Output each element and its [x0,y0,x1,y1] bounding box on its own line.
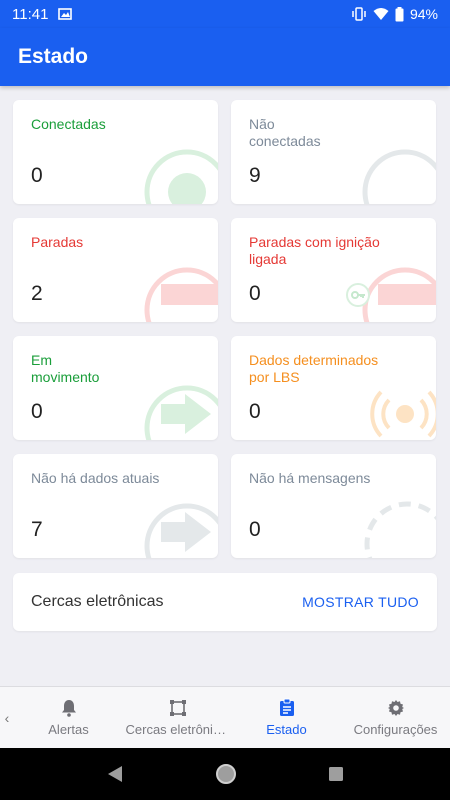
geofences-card: Cercas eletrônicas MOSTRAR TUDO [13,573,437,631]
tab-label: Configurações [353,721,438,737]
card-lbs-data[interactable]: Dados determinados por LBS 0 [231,336,436,440]
card-value: 0 [249,518,261,541]
tab-label: Cercas eletrônicas [125,721,230,737]
battery-percent: 94% [409,6,438,22]
signal-broadcast-icon [370,390,436,438]
card-label: Paradas [31,234,84,250]
card-no-messages[interactable]: Não há mensagens 0 [231,454,436,558]
recents-icon[interactable] [328,766,344,782]
scroll-left-icon[interactable]: ‹ [0,687,14,748]
card-value: 7 [31,518,43,541]
status-time: 11:41 [12,5,49,23]
card-value: 0 [249,400,261,423]
card-value: 0 [249,282,261,305]
connected-circle-icon [144,149,218,204]
tab-status[interactable]: Estado [232,687,341,748]
page-title: Estado [18,45,89,68]
vibrate-icon [352,7,366,21]
card-label: Não há dados atuais [31,470,160,486]
tab-settings[interactable]: Configurações [341,687,450,748]
dashed-circle-icon [364,501,436,558]
tab-label: Alertas [48,721,89,737]
app-bar: Estado [0,28,450,86]
not-connected-circle-icon [362,149,436,204]
image-notification-icon [58,8,73,20]
geofences-title: Cercas eletrônicas [31,593,164,610]
card-label: Não conectadas [249,116,321,149]
bell-icon [61,699,76,717]
wifi-icon [373,8,389,20]
tab-alerts[interactable]: Alertas [14,687,123,748]
card-stopped[interactable]: Paradas 2 [13,218,218,322]
gear-icon [387,699,404,716]
card-not-connected[interactable]: Não conectadas 9 [231,100,436,204]
card-connected[interactable]: Conectadas 0 [13,100,218,204]
tab-label: Estado [266,722,307,737]
battery-icon [395,6,404,21]
home-icon[interactable] [215,763,237,785]
card-value: 0 [31,164,43,187]
arrow-right-gray-icon [144,503,218,558]
back-icon[interactable] [106,765,124,783]
card-label: Em movimento [31,352,100,385]
card-value: 9 [249,164,261,187]
card-label: Conectadas [31,116,106,132]
card-stopped-ignition-on[interactable]: Paradas com ignição ligada 0 [231,218,436,322]
card-value: 2 [31,282,43,305]
bottom-nav: ‹ Alertas Cercas eletrônicas Estado Conf… [0,686,450,748]
card-label: Dados determinados por LBS [249,352,379,385]
key-icon [346,267,436,322]
card-value: 0 [31,400,43,423]
stop-icon [144,267,218,322]
show-all-link[interactable]: MOSTRAR TUDO [302,594,419,610]
card-moving[interactable]: Em movimento 0 [13,336,218,440]
card-label: Não há mensagens [249,470,371,486]
tab-geofences[interactable]: Cercas eletrônicas [123,687,232,748]
status-bar: 11:41 94% [0,0,450,28]
geofence-icon [169,699,186,716]
card-no-current-data[interactable]: Não há dados atuais 7 [13,454,218,558]
system-nav-bar [0,748,450,800]
arrow-right-icon [144,385,218,440]
clipboard-icon [279,698,294,716]
